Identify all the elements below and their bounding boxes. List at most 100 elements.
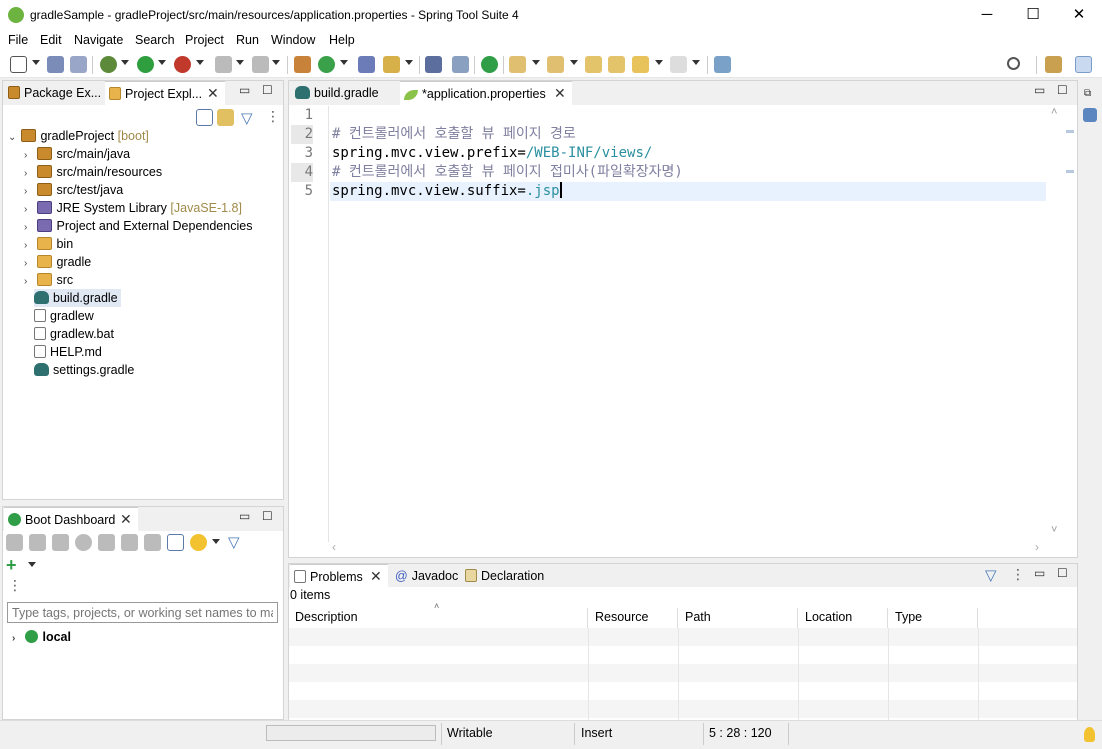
- tree-item[interactable]: › Project and External Dependencies: [0, 217, 282, 235]
- save-icon[interactable]: [47, 56, 64, 73]
- run-dropdown-icon[interactable]: [158, 60, 166, 65]
- menu-edit[interactable]: Edit: [40, 33, 62, 47]
- link-with-editor-icon[interactable]: [217, 109, 234, 126]
- minimize-view-icon[interactable]: ▭: [239, 509, 250, 523]
- save-all-icon[interactable]: [70, 56, 87, 73]
- view-menu-icon[interactable]: ⋮: [266, 108, 280, 125]
- task-dropdown-icon[interactable]: [405, 60, 413, 65]
- menu-search[interactable]: Search: [135, 33, 175, 47]
- new-java-package-icon[interactable]: [294, 56, 311, 73]
- scroll-up-icon[interactable]: ˄: [1051, 106, 1057, 118]
- column-description[interactable]: Description: [289, 608, 588, 628]
- menu-run[interactable]: Run: [236, 33, 259, 47]
- column-path[interactable]: Path: [679, 608, 798, 628]
- code-line-4[interactable]: # 컨트롤러에서 호출할 뷰 페이지 접미사(파일확장자명): [332, 163, 683, 182]
- chevron-right-icon[interactable]: ›: [12, 630, 22, 648]
- outline-icon[interactable]: [1083, 108, 1097, 122]
- menu-help[interactable]: Help: [329, 33, 355, 47]
- open-browser-icon[interactable]: [75, 534, 92, 551]
- forward-icon[interactable]: [670, 56, 687, 73]
- tab-javadoc[interactable]: @ Javadoc: [391, 564, 463, 588]
- tree-item[interactable]: settings.gradle: [0, 361, 282, 379]
- back-icon[interactable]: [632, 56, 649, 73]
- maximize-view-icon[interactable]: ☐: [1057, 566, 1068, 580]
- minimize-button[interactable]: ─: [964, 0, 1010, 30]
- open-console-icon[interactable]: [98, 534, 115, 551]
- code-area[interactable]: # 컨트롤러에서 호출할 뷰 페이지 경로 spring.mvc.view.pr…: [332, 106, 683, 201]
- menu-navigate[interactable]: Navigate: [74, 33, 123, 47]
- java-perspective-icon[interactable]: [1075, 56, 1092, 73]
- horizontal-scrollbar[interactable]: [340, 542, 1030, 554]
- column-location[interactable]: Location: [799, 608, 888, 628]
- relaunch-icon[interactable]: [252, 56, 269, 73]
- maximize-button[interactable]: ☐: [1010, 0, 1056, 30]
- view-menu-icon[interactable]: ⋮: [1011, 566, 1025, 583]
- menu-file[interactable]: File: [8, 33, 28, 47]
- lightbulb-icon[interactable]: [190, 534, 207, 551]
- back-dropdown-icon[interactable]: [655, 60, 663, 65]
- scroll-down-icon[interactable]: ˅: [1051, 524, 1057, 536]
- debug-start-icon[interactable]: [29, 534, 46, 551]
- chevron-down-icon[interactable]: ⌄: [8, 129, 18, 147]
- tags-filter-input[interactable]: [7, 602, 278, 623]
- stop-icon[interactable]: [52, 534, 69, 551]
- add-dropdown-icon[interactable]: [28, 562, 36, 567]
- previous-annotation-icon[interactable]: [547, 56, 564, 73]
- view-menu-icon[interactable]: ⋮: [8, 577, 22, 594]
- tree-item[interactable]: › src: [0, 271, 282, 289]
- tree-item-selected[interactable]: build.gradle: [0, 289, 282, 307]
- open-perspective-icon[interactable]: [1045, 56, 1062, 73]
- minimize-editor-icon[interactable]: ▭: [1034, 83, 1045, 97]
- filter-icon[interactable]: ▽: [228, 533, 240, 551]
- stop-icon[interactable]: [215, 56, 232, 73]
- tab-boot-dashboard[interactable]: Boot Dashboard: [4, 507, 138, 531]
- collapse-all-icon[interactable]: [196, 109, 213, 126]
- open-task-icon[interactable]: [383, 56, 400, 73]
- debug-icon[interactable]: [100, 56, 117, 73]
- next-annotation-icon[interactable]: [509, 56, 526, 73]
- menu-project[interactable]: Project: [185, 33, 224, 47]
- pin-editor-icon[interactable]: [714, 56, 731, 73]
- relaunch-dropdown-icon[interactable]: [272, 60, 280, 65]
- scroll-left-icon[interactable]: ‹: [332, 540, 336, 554]
- tree-item[interactable]: › src/main/resources: [0, 163, 282, 181]
- forward-dropdown-icon[interactable]: [692, 60, 700, 65]
- code-line-5[interactable]: spring.mvc.view.suffix=.jsp: [332, 182, 683, 201]
- maximize-view-icon[interactable]: ☐: [262, 509, 273, 523]
- boot-dashboard-icon[interactable]: [481, 56, 498, 73]
- tab-build-gradle[interactable]: build.gradle: [291, 81, 399, 105]
- menu-window[interactable]: Window: [271, 33, 315, 47]
- tree-item[interactable]: gradlew: [0, 307, 282, 325]
- code-line-2[interactable]: # 컨트롤러에서 호출할 뷰 페이지 경로: [332, 125, 683, 144]
- run-icon[interactable]: [137, 56, 154, 73]
- tab-application-properties[interactable]: *application.properties: [400, 81, 572, 105]
- maximize-editor-icon[interactable]: ☐: [1057, 83, 1068, 97]
- code-line-3[interactable]: spring.mvc.view.prefix=/WEB-INF/views/: [332, 144, 683, 163]
- external-tools-icon[interactable]: [174, 56, 191, 73]
- close-tab-icon[interactable]: ✕: [370, 568, 382, 585]
- stop-dropdown-icon[interactable]: [236, 60, 244, 65]
- last-edit-location-icon[interactable]: [585, 56, 602, 73]
- minimize-view-icon[interactable]: ▭: [1034, 566, 1045, 580]
- close-tab-icon[interactable]: ✕: [207, 85, 219, 102]
- close-window-button[interactable]: ✕: [1056, 0, 1102, 30]
- minimize-view-icon[interactable]: ▭: [239, 83, 250, 97]
- tree-item[interactable]: › bin: [0, 235, 282, 253]
- edit-icon[interactable]: [144, 534, 161, 551]
- tree-item[interactable]: gradlew.bat: [0, 325, 282, 343]
- scroll-right-icon[interactable]: ›: [1035, 540, 1039, 554]
- tree-item[interactable]: › JRE System Library [JavaSE-1.8]: [0, 199, 282, 217]
- open-type-icon[interactable]: [358, 56, 375, 73]
- search-icon[interactable]: [1007, 57, 1020, 70]
- column-type[interactable]: Type: [889, 608, 978, 628]
- external-tools-dropdown-icon[interactable]: [196, 60, 204, 65]
- previous-annotation-dropdown-icon[interactable]: [570, 60, 578, 65]
- tree-item-local[interactable]: › local: [12, 628, 71, 646]
- close-tab-icon[interactable]: ✕: [120, 511, 132, 528]
- lightbulb-dropdown-icon[interactable]: [212, 539, 220, 544]
- filter-icon[interactable]: ▽: [241, 109, 253, 127]
- new-dropdown-icon[interactable]: [32, 60, 40, 65]
- start-icon[interactable]: [6, 534, 23, 551]
- lightbulb-icon[interactable]: [1084, 727, 1095, 742]
- tab-package-explorer[interactable]: Package Ex...: [4, 81, 104, 105]
